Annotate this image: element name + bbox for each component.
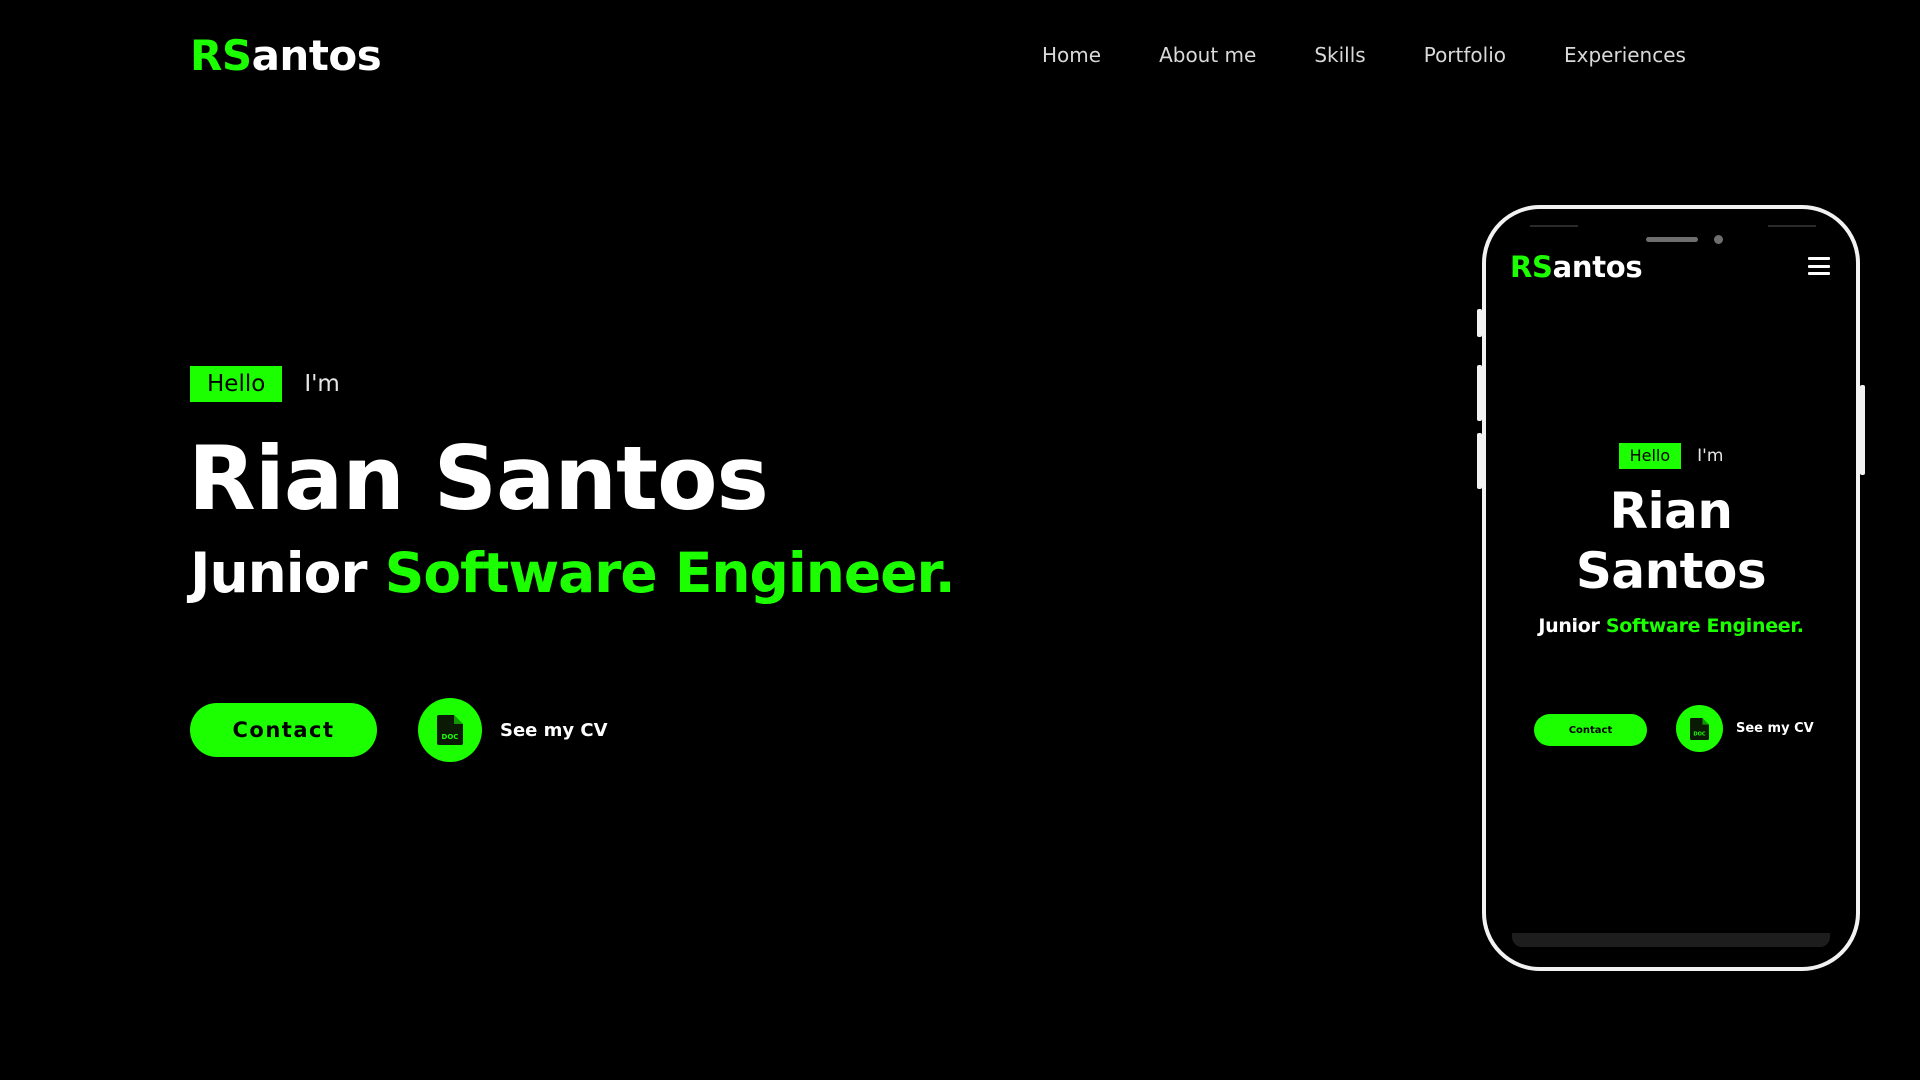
portfolio-page: RSantos Home About me Skills Portfolio E… xyxy=(0,0,1920,1080)
mobile-role-prefix: Junior xyxy=(1538,615,1600,637)
hello-badge: Hello xyxy=(190,366,283,402)
svg-text:DOC: DOC xyxy=(442,733,459,741)
mobile-hero-role: Junior Software Engineer. xyxy=(1486,613,1856,639)
mobile-logo[interactable]: RSantos xyxy=(1510,247,1643,287)
mobile-hero-name: Rian Santos xyxy=(1486,481,1856,601)
mobile-name-first: Rian xyxy=(1609,482,1733,540)
nav-home[interactable]: Home xyxy=(1042,40,1101,70)
greeting-im: I'm xyxy=(304,371,340,397)
nav-experiences[interactable]: Experiences xyxy=(1564,40,1686,70)
main-nav: Home About me Skills Portfolio Experienc… xyxy=(1042,40,1686,70)
site-logo[interactable]: RSantos xyxy=(190,28,382,84)
mobile-greeting-im: I'm xyxy=(1697,446,1724,466)
doc-file-icon: DOC xyxy=(418,698,482,762)
phone-side-button xyxy=(1477,365,1482,421)
mobile-see-cv-link[interactable]: DOC See my CV xyxy=(1676,705,1814,752)
logo-suffix: antos xyxy=(251,31,382,80)
mobile-doc-file-icon: DOC xyxy=(1676,705,1723,752)
mobile-name-last: Santos xyxy=(1575,542,1767,600)
phone-speaker xyxy=(1646,237,1698,242)
phone-camera xyxy=(1714,235,1723,244)
phone-side-button xyxy=(1477,433,1482,489)
greeting: Hello I'm xyxy=(190,366,340,402)
phone-notch-line xyxy=(1530,225,1578,227)
see-cv-label: See my CV xyxy=(500,719,608,741)
phone-side-button xyxy=(1477,309,1482,337)
role-accent: Software Engineer. xyxy=(384,541,956,605)
phone-mockup: RSantos Hello I'm Rian Santos Junior Sof… xyxy=(1477,205,1865,971)
mobile-contact-button[interactable]: Contact xyxy=(1534,714,1647,746)
logo-prefix: RS xyxy=(190,31,252,80)
nav-skills[interactable]: Skills xyxy=(1314,40,1365,70)
phone-notch-line xyxy=(1768,225,1816,227)
mobile-hello-badge: Hello xyxy=(1618,443,1682,469)
contact-button[interactable]: Contact xyxy=(190,703,377,757)
mobile-greeting: Hello I'm xyxy=(1486,443,1856,469)
phone-bottom-bar xyxy=(1512,933,1830,947)
see-cv-link[interactable]: DOC See my CV xyxy=(418,698,608,762)
mobile-see-cv-label: See my CV xyxy=(1736,721,1814,736)
phone-side-button xyxy=(1860,385,1865,475)
nav-about-me[interactable]: About me xyxy=(1159,40,1256,70)
svg-text:DOC: DOC xyxy=(1693,731,1706,737)
mobile-logo-suffix: antos xyxy=(1552,250,1643,284)
hamburger-menu-icon[interactable] xyxy=(1808,257,1830,275)
mobile-role-accent: Software Engineer. xyxy=(1605,615,1804,637)
hero-role: Junior Software Engineer. xyxy=(190,537,956,609)
nav-portfolio[interactable]: Portfolio xyxy=(1424,40,1506,70)
mobile-logo-prefix: RS xyxy=(1510,250,1553,284)
hero-name: Rian Santos xyxy=(188,427,769,530)
role-prefix: Junior xyxy=(190,541,368,605)
